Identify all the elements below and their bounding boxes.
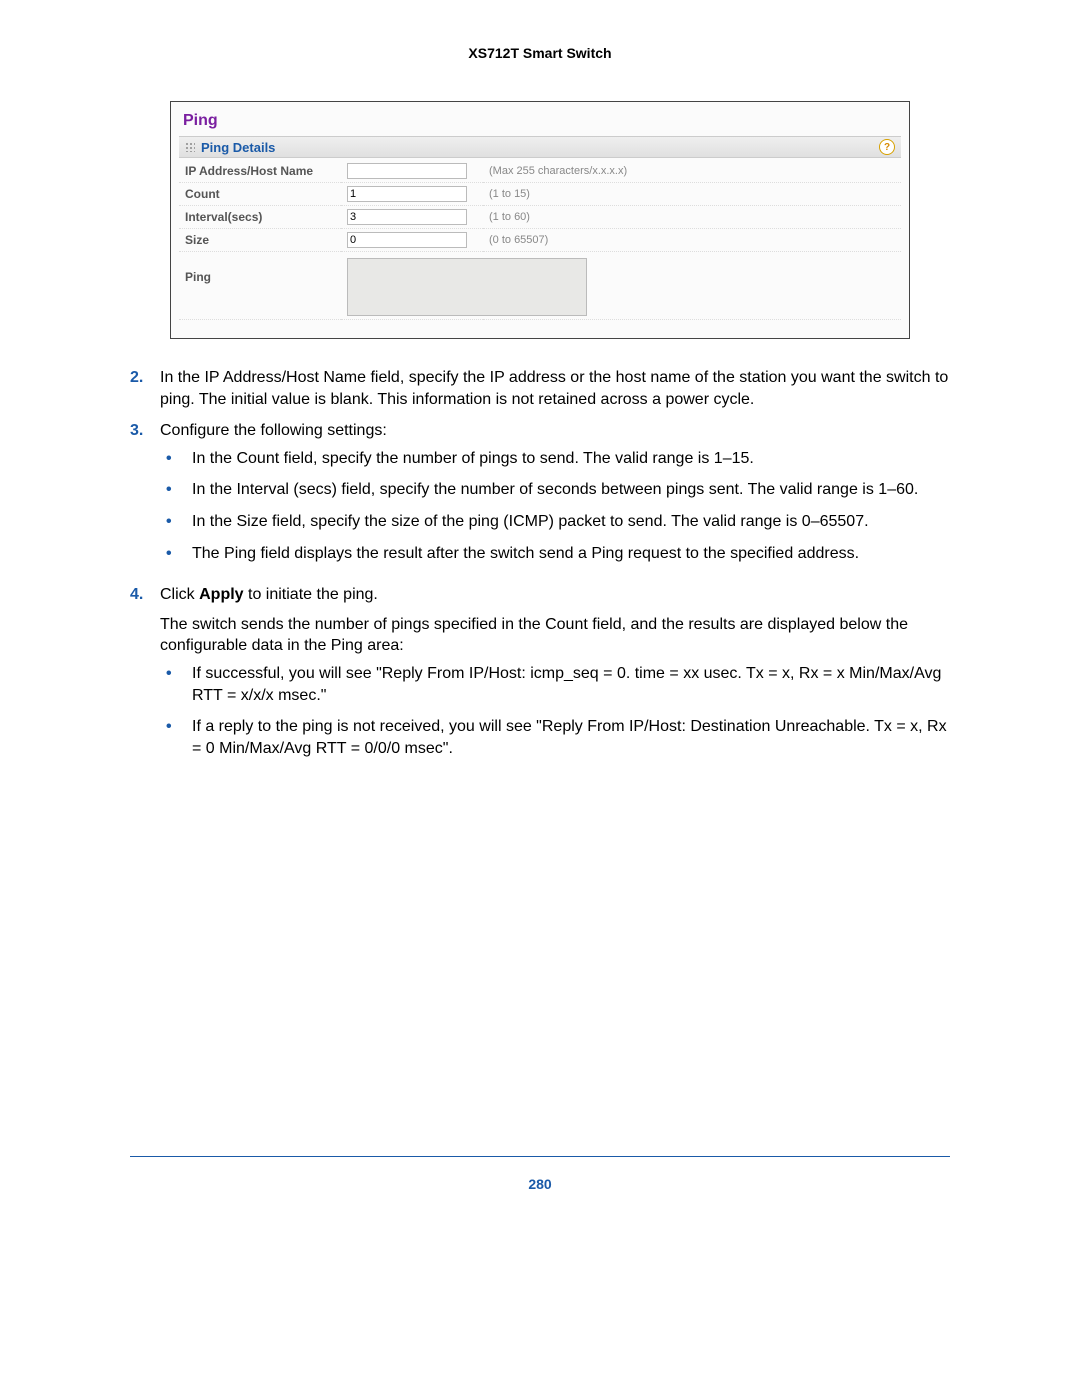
step-number: 2. <box>130 367 160 410</box>
label-count: Count <box>179 183 341 206</box>
bullet-text: In the Size field, specify the size of t… <box>192 511 950 533</box>
hint-size: (0 to 65507) <box>483 229 901 252</box>
ping-details-header: Ping Details ? <box>179 136 901 158</box>
input-size[interactable] <box>347 232 467 248</box>
step-3: 3. Configure the following settings: •In… <box>130 420 950 574</box>
hint-ip: (Max 255 characters/x.x.x.x) <box>483 160 901 183</box>
list-item: •In the Size field, specify the size of … <box>160 511 950 533</box>
input-ip[interactable] <box>347 163 467 179</box>
help-icon[interactable]: ? <box>879 139 895 155</box>
row-result: Ping <box>179 252 901 320</box>
bullet-text: In the Interval (secs) field, specify th… <box>192 479 950 501</box>
list-item: •In the Interval (secs) field, specify t… <box>160 479 950 501</box>
bullet-text: If a reply to the ping is not received, … <box>192 716 950 759</box>
list-item: •If a reply to the ping is not received,… <box>160 716 950 759</box>
bullet-text: In the Count field, specify the number o… <box>192 448 950 470</box>
list-item: •If successful, you will see "Reply From… <box>160 663 950 706</box>
footer-rule <box>130 1156 950 1157</box>
row-count: Count (1 to 15) <box>179 183 901 206</box>
apply-keyword: Apply <box>199 586 243 603</box>
ping-details-label: Ping Details <box>201 140 275 155</box>
list-item: •The Ping field displays the result afte… <box>160 543 950 565</box>
bullet-dot: • <box>160 543 192 565</box>
step-2: 2. In the IP Address/Host Name field, sp… <box>130 367 950 410</box>
hint-interval: (1 to 60) <box>483 206 901 229</box>
bullet-dot: • <box>160 511 192 533</box>
step-text-pre: Click <box>160 586 199 603</box>
step-text: Configure the following settings: <box>160 422 387 439</box>
doc-header: XS712T Smart Switch <box>0 0 1080 101</box>
label-result: Ping <box>179 252 341 320</box>
step-4: 4. Click Apply to initiate the ping. The… <box>130 584 950 769</box>
page-number: 280 <box>0 1176 1080 1192</box>
step-body: Configure the following settings: •In th… <box>160 420 950 574</box>
step-number: 3. <box>130 420 160 574</box>
hint-count: (1 to 15) <box>483 183 901 206</box>
label-interval: Interval(secs) <box>179 206 341 229</box>
ping-panel-screenshot: Ping Ping Details ? IP Address/Host Name… <box>170 101 910 339</box>
list-item: •In the Count field, specify the number … <box>160 448 950 470</box>
instruction-list: 2. In the IP Address/Host Name field, sp… <box>130 367 950 769</box>
step-body: Click Apply to initiate the ping. The sw… <box>160 584 950 769</box>
bullet-dot: • <box>160 448 192 470</box>
step-number: 4. <box>130 584 160 769</box>
bullet-text: The Ping field displays the result after… <box>192 543 950 565</box>
step-paragraph: The switch sends the number of pings spe… <box>160 616 908 655</box>
panel-title: Ping <box>179 110 901 132</box>
label-size: Size <box>179 229 341 252</box>
bullet-dot: • <box>160 716 192 759</box>
ping-form-table: IP Address/Host Name (Max 255 characters… <box>179 160 901 320</box>
label-ip: IP Address/Host Name <box>179 160 341 183</box>
input-interval[interactable] <box>347 209 467 225</box>
step-3-bullets: •In the Count field, specify the number … <box>160 448 950 564</box>
step-text-post: to initiate the ping. <box>244 586 378 603</box>
step-4-bullets: •If successful, you will see "Reply From… <box>160 663 950 759</box>
bullet-dot: • <box>160 479 192 501</box>
row-ip: IP Address/Host Name (Max 255 characters… <box>179 160 901 183</box>
input-count[interactable] <box>347 186 467 202</box>
bullet-dot: • <box>160 663 192 706</box>
grip-icon <box>185 142 195 152</box>
ping-result-area <box>347 258 587 316</box>
bullet-text: If successful, you will see "Reply From … <box>192 663 950 706</box>
row-size: Size (0 to 65507) <box>179 229 901 252</box>
step-body: In the IP Address/Host Name field, speci… <box>160 367 950 410</box>
row-interval: Interval(secs) (1 to 60) <box>179 206 901 229</box>
